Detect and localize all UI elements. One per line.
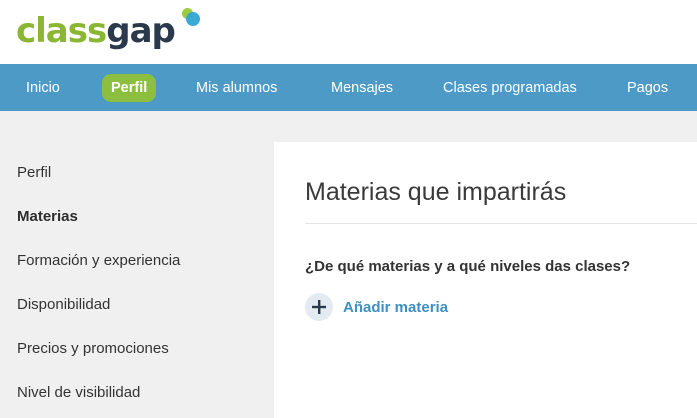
nav-item-mis-alumnos[interactable]: Mis alumnos [196,64,277,111]
plus-icon[interactable] [305,293,333,321]
main-content: Materias que impartirás ¿De qué materias… [274,142,697,418]
profile-sidebar: Perfil Materias Formación y experiencia … [0,111,274,418]
sidebar-item-precios[interactable]: Precios y promociones [17,340,169,357]
logo-text: classgap [16,11,176,51]
classgap-logo[interactable]: classgap [16,6,200,56]
nav-item-clases-programadas[interactable]: Clases programadas [443,64,577,111]
add-subject-label[interactable]: Añadir materia [343,299,448,316]
header: classgap [0,0,697,64]
logo-dots-icon [176,8,200,38]
nav-item-label: Perfil [102,73,157,102]
nav-item-pagos[interactable]: Pagos [627,64,668,111]
sidebar-item-perfil[interactable]: Perfil [17,164,51,181]
nav-item-label: Clases programadas [443,79,577,96]
title-divider [305,223,697,224]
sidebar-item-visibilidad[interactable]: Nivel de visibilidad [17,384,140,401]
page-title: Materias que impartirás [305,178,567,206]
add-subject-button[interactable]: Añadir materia [305,292,448,322]
nav-item-label: Pagos [627,79,669,96]
nav-item-label: Inicio [26,79,60,96]
nav-item-label: Mis alumnos [196,79,278,96]
subjects-question: ¿De qué materias y a qué niveles das cla… [305,258,631,275]
sidebar-item-formacion[interactable]: Formación y experiencia [17,252,180,269]
nav-item-mensajes[interactable]: Mensajes [331,64,393,111]
nav-item-inicio[interactable]: Inicio [26,64,60,111]
sidebar-item-disponibilidad[interactable]: Disponibilidad [17,296,110,313]
nav-item-label: Mensajes [331,79,394,96]
main-nav: Inicio Perfil Mis alumnos Mensajes Clase… [0,64,697,111]
nav-item-perfil[interactable]: Perfil [102,64,157,111]
sidebar-item-materias[interactable]: Materias [17,208,78,225]
